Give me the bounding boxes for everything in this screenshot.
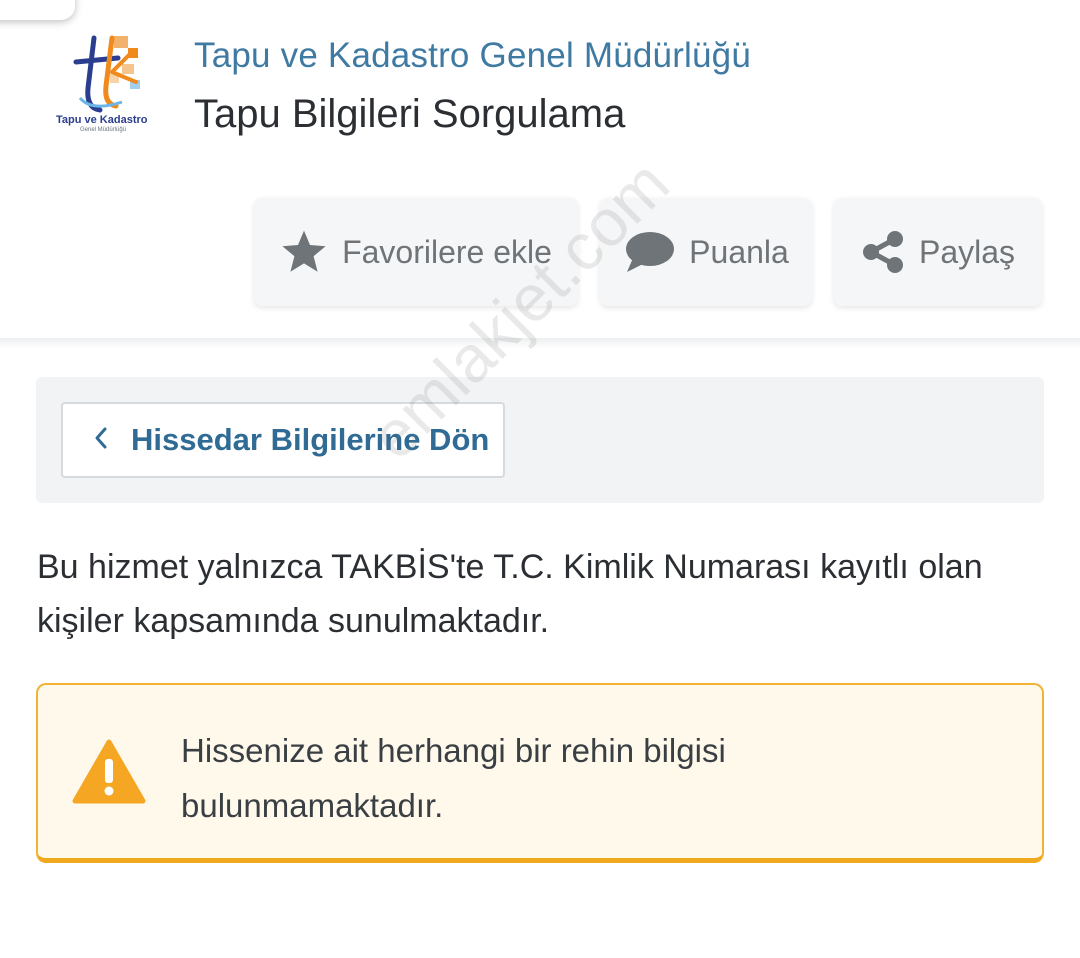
rate-label: Puanla [689,233,789,270]
alert-line-2: bulunmamaktadır. [181,787,444,824]
add-favorite-button[interactable]: Favorilere ekle [254,198,578,306]
page-header: Tapu ve Kadastro Genel Müdürlüğü Tapu ve… [0,0,1080,340]
alert-message: Hissenize ait herhangi bir rehin bilgisi… [181,723,1001,833]
org-name: Tapu ve Kadastro Genel Müdürlüğü [194,36,752,75]
warning-icon [72,739,146,810]
tkgm-logo: Tapu ve Kadastro Genel Müdürlüğü [52,28,172,143]
logo-subtext: Genel Müdürlüğü [80,127,127,133]
share-button[interactable]: Paylaş [834,198,1042,306]
warning-alert: Hissenize ait herhangi bir rehin bilgisi… [36,683,1044,863]
star-icon [280,229,328,275]
share-icon [861,230,905,274]
header-divider [0,338,1080,348]
back-label: Hissedar Bilgilerine Dön [131,422,490,457]
alert-line-1: Hissenize ait herhangi bir rehin bilgisi [181,732,726,769]
chevron-left-icon [93,425,109,456]
speech-bubble-icon [623,230,675,274]
info-line-2: kişiler kapsamında sunulmaktadır. [37,602,550,640]
back-to-shareholders-button[interactable]: Hissedar Bilgilerine Dön [61,402,505,478]
service-info-text: Bu hizmet yalnızca TAKBİS'te T.C. Kimlik… [37,540,1037,648]
add-favorite-label: Favorilere ekle [342,233,552,270]
rate-button[interactable]: Puanla [600,198,812,306]
info-line-1: Bu hizmet yalnızca TAKBİS'te T.C. Kimlik… [37,548,983,586]
logo-text: Tapu ve Kadastro [56,114,148,126]
share-label: Paylaş [918,233,1016,270]
page-title: Tapu Bilgileri Sorgulama [194,92,626,136]
